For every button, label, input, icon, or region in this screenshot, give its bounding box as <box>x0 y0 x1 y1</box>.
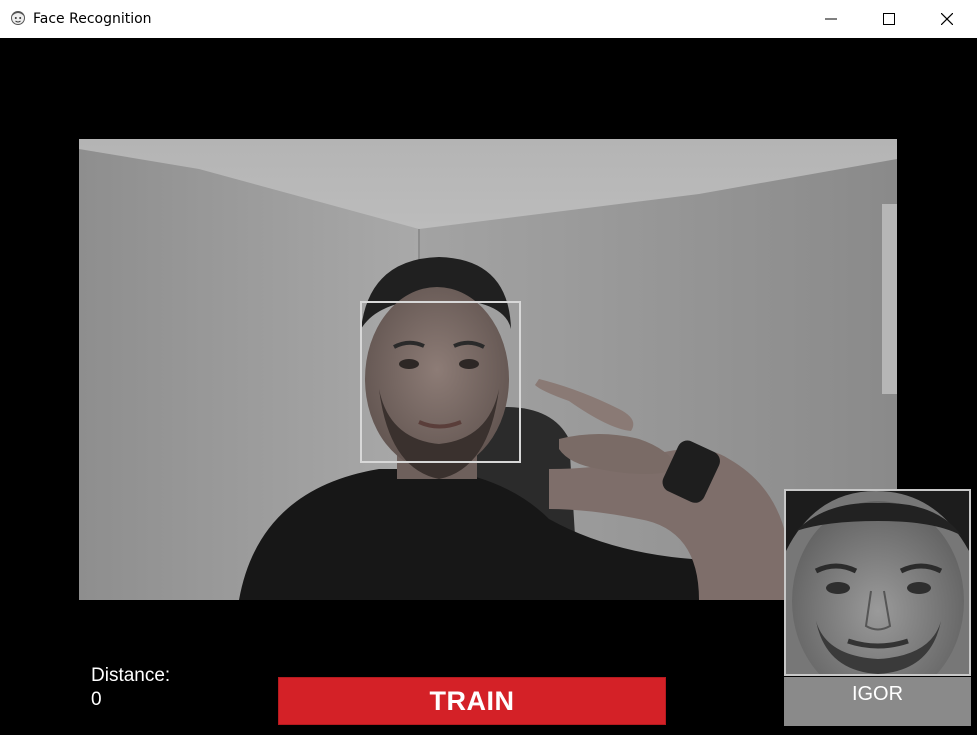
train-button[interactable]: TRAIN <box>278 677 666 725</box>
window-title: Face Recognition <box>33 11 152 27</box>
distance-label: Distance: <box>91 665 171 686</box>
close-icon <box>941 13 953 25</box>
close-button[interactable] <box>918 0 976 38</box>
title-bar[interactable]: Face Recognition <box>0 0 977 38</box>
minimize-icon <box>825 18 837 20</box>
minimize-button[interactable] <box>802 0 860 38</box>
face-detection-box <box>360 301 521 463</box>
maximize-icon <box>883 13 895 25</box>
recognized-name: IGOR <box>851 683 904 705</box>
distance-value: 0 <box>91 689 102 710</box>
face-thumbnail-image <box>786 491 969 674</box>
maximize-button[interactable] <box>860 0 918 38</box>
face-app-icon <box>10 10 26 26</box>
recognized-face-thumbnail <box>784 489 971 676</box>
recognized-name-box: IGOR <box>784 677 971 726</box>
camera-feed <box>79 139 897 600</box>
